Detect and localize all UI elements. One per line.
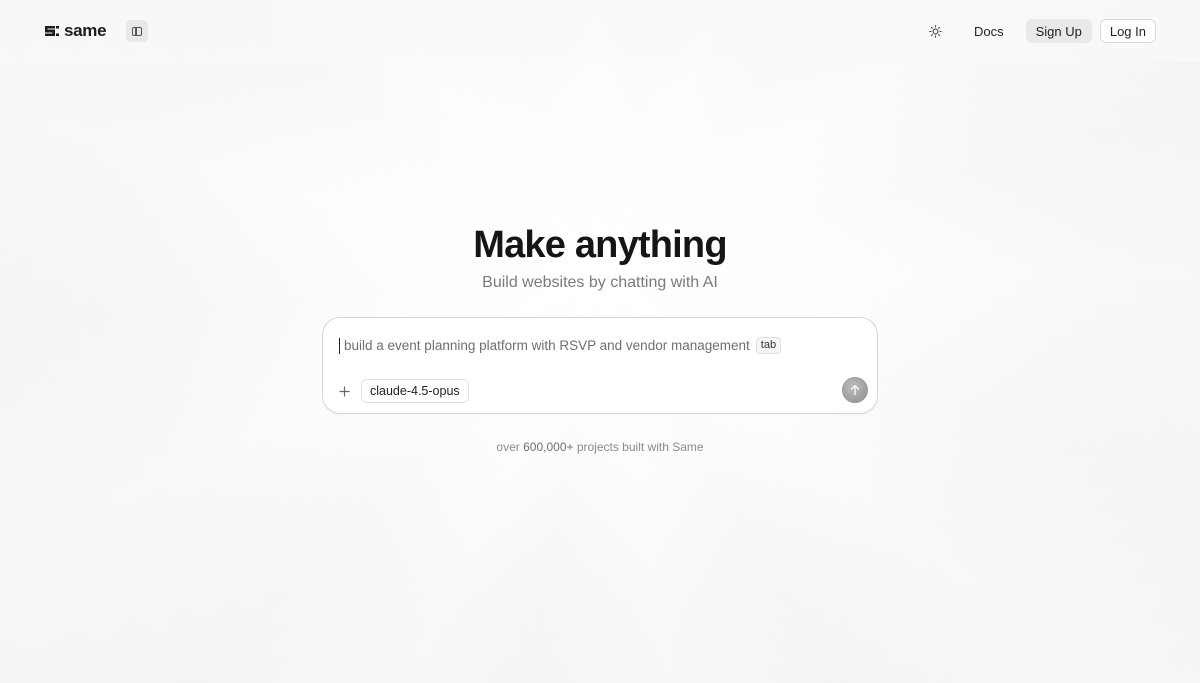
tab-hint-badge: tab xyxy=(755,337,782,354)
projects-count: 600,000+ xyxy=(523,440,574,454)
attach-button[interactable] xyxy=(335,382,353,400)
top-nav: same Docs Sign Up Log In xyxy=(0,0,1200,62)
sidebar-toggle-button[interactable] xyxy=(126,20,149,42)
prompt-toolbar: claude-4.5-opus xyxy=(335,379,469,403)
brand: same xyxy=(44,20,149,42)
send-button[interactable] xyxy=(842,377,868,403)
docs-link[interactable]: Docs xyxy=(964,19,1014,43)
hero: Make anything Build websites by chatting… xyxy=(0,222,1200,292)
logo-link[interactable]: same xyxy=(44,21,107,41)
sun-icon xyxy=(929,24,943,38)
logo-text: same xyxy=(64,21,107,40)
projects-note-prefix: over xyxy=(496,440,524,454)
same-logo-icon xyxy=(45,26,59,36)
sign-up-button[interactable]: Sign Up xyxy=(1025,19,1092,43)
hero-title: Make anything xyxy=(473,224,727,266)
model-selector[interactable]: claude-4.5-opus xyxy=(361,379,469,403)
arrow-up-icon xyxy=(850,384,860,396)
prompt-box[interactable]: build a event planning platform with RSV… xyxy=(322,317,878,414)
theme-toggle-button[interactable] xyxy=(922,17,950,45)
projects-note-suffix: projects built with Same xyxy=(573,440,704,454)
log-in-button[interactable]: Log In xyxy=(1099,19,1156,43)
projects-count-note: over 600,000+ projects built with Same xyxy=(0,440,1200,454)
sidebar-toggle-icon xyxy=(132,26,143,36)
prompt-placeholder: build a event planning platform with RSV… xyxy=(344,338,750,353)
text-caret xyxy=(339,337,340,354)
header-actions: Docs Sign Up Log In xyxy=(922,17,1156,45)
page: same Docs Sign Up Log In Make anything B… xyxy=(0,0,1200,683)
prompt-input[interactable]: build a event planning platform with RSV… xyxy=(339,337,782,354)
plus-icon xyxy=(339,386,349,396)
hero-subtitle: Build websites by chatting with AI xyxy=(482,274,718,291)
